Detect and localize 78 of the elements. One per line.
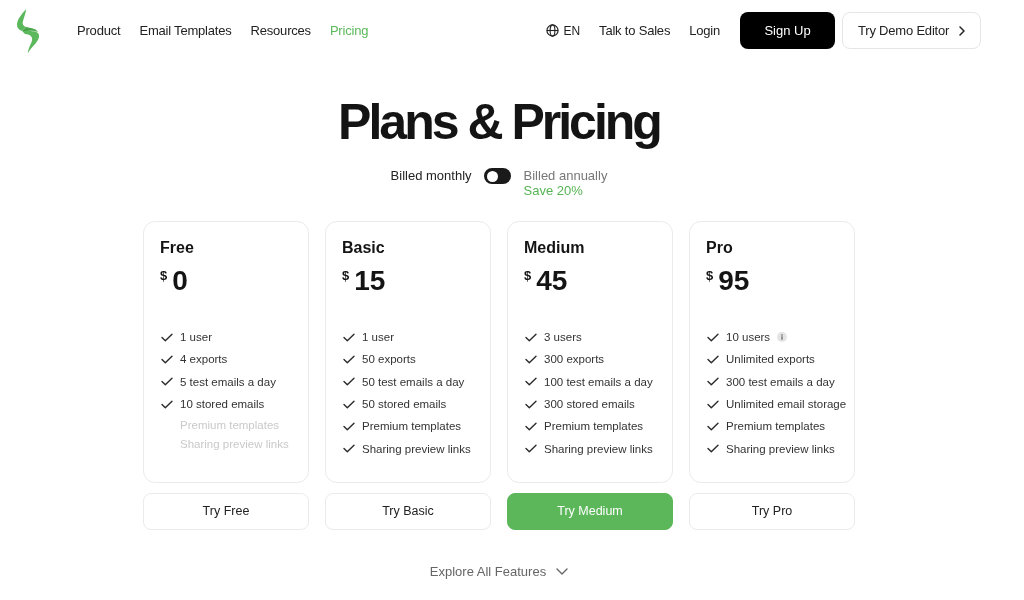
feature-text: Premium templates — [726, 420, 826, 433]
feature-text: Unlimited exports — [726, 353, 815, 366]
price-amount: 15 — [354, 266, 386, 296]
check-icon — [707, 399, 719, 409]
language-selector[interactable]: EN — [546, 23, 581, 38]
feature-text: Sharing preview links — [544, 442, 653, 455]
price-amount: 95 — [718, 266, 750, 296]
feature-text: 50 exports — [362, 353, 416, 366]
feature-text: 4 exports — [180, 353, 228, 366]
check-icon — [525, 354, 537, 364]
plan-button[interactable]: Try Basic — [325, 492, 491, 530]
check-icon — [161, 377, 173, 387]
check-icon — [707, 354, 719, 364]
billing-toggle[interactable] — [483, 168, 511, 184]
check-icon — [525, 444, 537, 454]
currency-symbol: $ — [342, 269, 350, 282]
plan-name: Medium — [524, 238, 585, 258]
feature-text: 50 test emails a day — [362, 375, 465, 388]
feature-text: Premium templates — [362, 420, 462, 433]
sign-up-button[interactable]: Sign Up — [740, 12, 835, 49]
feature-text: 300 test emails a day — [726, 375, 835, 388]
feature-text: 10 stored emails — [180, 398, 265, 411]
check-icon — [343, 444, 355, 454]
logo-icon[interactable] — [16, 8, 40, 53]
nav-link[interactable]: Product — [77, 23, 121, 38]
info-icon[interactable] — [777, 332, 788, 343]
check-icon — [161, 399, 173, 409]
check-icon — [343, 332, 355, 342]
billing-label: Billed annually — [523, 168, 608, 183]
plan-name: Pro — [706, 238, 733, 258]
check-icon — [525, 377, 537, 387]
nav-link[interactable]: Resources — [250, 23, 311, 38]
feature-text: 300 stored emails — [544, 398, 635, 411]
feature-text: 10 users — [726, 331, 771, 344]
check-icon — [707, 444, 719, 454]
check-icon — [343, 354, 355, 364]
currency-symbol: $ — [524, 269, 532, 282]
currency-symbol: $ — [706, 269, 714, 282]
price-amount: 0 — [172, 266, 188, 296]
feature-text: 300 exports — [544, 353, 605, 366]
globe-icon — [546, 24, 560, 37]
chevron-down-icon — [556, 567, 569, 575]
feature-text: Sharing preview links — [362, 442, 471, 455]
check-icon — [161, 354, 173, 364]
feature-text: Unlimited email storage — [726, 398, 847, 411]
plan-name: Free — [160, 238, 194, 258]
currency-symbol: $ — [160, 269, 168, 282]
feature-text: 1 user — [362, 331, 394, 344]
nav-link[interactable]: Login — [689, 23, 720, 38]
plan-button[interactable]: Try Free — [143, 492, 309, 530]
check-icon — [525, 332, 537, 342]
check-icon — [343, 399, 355, 409]
page-title: Plans & Pricing — [338, 93, 660, 152]
check-icon — [343, 421, 355, 431]
feature-text: Sharing preview links — [726, 442, 835, 455]
price-amount: 45 — [536, 266, 568, 296]
nav-link[interactable]: Email Templates — [139, 23, 232, 38]
billing-label: Billed monthly — [390, 168, 472, 183]
demo-editor-button[interactable]: Try Demo Editor — [842, 12, 981, 49]
explore-features-button[interactable]: Explore All Features — [429, 559, 569, 583]
check-icon — [161, 332, 173, 342]
chevron-right-icon — [959, 25, 965, 36]
check-icon — [343, 377, 355, 387]
feature-text: 3 users — [544, 331, 582, 344]
feature-text: 100 test emails a day — [544, 375, 653, 388]
check-icon — [707, 377, 719, 387]
feature-text: 50 stored emails — [362, 398, 447, 411]
check-icon — [707, 421, 719, 431]
check-icon — [525, 421, 537, 431]
plan-button[interactable]: Try Pro — [689, 492, 855, 530]
check-icon — [707, 332, 719, 342]
savings-note: Save 20% — [523, 183, 583, 198]
feature-text: 1 user — [180, 331, 212, 344]
nav-link[interactable]: Talk to Sales — [599, 23, 671, 38]
feature-text: 5 test emails a day — [180, 375, 276, 388]
feature-text: Premium templates — [544, 420, 644, 433]
check-icon — [525, 399, 537, 409]
plan-name: Basic — [342, 238, 385, 258]
